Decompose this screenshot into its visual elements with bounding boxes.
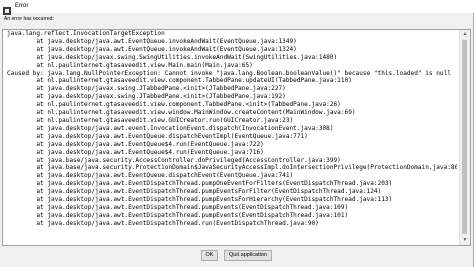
stack-trace-text[interactable]: java.lang.reflect.InvocationTargetExcept… [7,30,457,228]
stack-trace-line: at java.base/java.security.AccessControl… [7,156,341,164]
stack-trace-line: at java.desktop/java.awt.EventQueue.disp… [7,132,308,140]
ok-button[interactable]: OK [201,250,218,261]
stack-trace-line: at java.desktop/java.awt.EventDispatchTh… [7,188,382,196]
stack-trace-line: at java.desktop/java.awt.EventQueue$4.ru… [7,148,264,156]
stack-trace-line: at java.desktop/java.awt.EventDispatchTh… [7,211,349,219]
error-message: An error has occurred: [4,16,54,22]
stack-trace-line: at nl.paulinternet.gtasaveedit.view.GUIC… [7,116,294,124]
stack-trace-line: at java.desktop/javax.swing.SwingUtiliti… [7,53,338,61]
title-bar: Error [0,0,474,15]
stack-trace-line: Caused by: java.lang.NullPointerExceptio… [7,69,451,77]
stack-trace-line: at nl.paulinternet.gtasaveedit.view.comp… [7,77,352,85]
vertical-scrollbar[interactable]: ▲ ▼ [459,30,470,245]
stack-trace-line: at java.desktop/java.awt.event.Invocatio… [7,124,334,132]
stack-trace-line: at java.desktop/java.awt.EventDispatchTh… [7,203,349,211]
stack-trace-area[interactable]: java.lang.reflect.InvocationTargetExcept… [2,29,471,246]
error-dialog: Error An error has occurred: java.lang.r… [0,0,474,267]
quit-application-button[interactable]: Quit application [224,250,272,261]
window-title: Error [15,3,29,9]
stack-trace-line: java.lang.reflect.InvocationTargetExcept… [7,30,165,37]
scroll-down-arrow-icon[interactable]: ▼ [460,236,470,245]
stack-trace-line: at nl.paulinternet.gtasaveedit.view.comp… [7,101,341,109]
scroll-thumb[interactable] [462,40,467,234]
stack-trace-line: at java.desktop/java.awt.EventDispatchTh… [7,180,393,188]
stack-trace-line: at java.desktop/java.awt.EventQueue$4.ru… [7,140,264,148]
java-icon [3,2,11,15]
stack-trace-line: at java.desktop/java.awt.EventQueue.invo… [7,45,297,53]
stack-trace-line: at java.desktop/java.awt.EventDispatchTh… [7,219,319,227]
stack-trace-line: at java.desktop/javax.swing.JTabbedPane.… [7,93,286,101]
stack-trace-line: at java.desktop/javax.swing.JTabbedPane.… [7,85,286,93]
stack-trace-line: at java.desktop/java.awt.EventDispatchTh… [7,196,393,204]
stack-trace-line: at nl.paulinternet.gtasaveedit.view.Main… [7,61,253,69]
scroll-up-arrow-icon[interactable]: ▲ [460,30,470,39]
stack-trace-line: at nl.paulinternet.gtasaveedit.view.wind… [7,109,356,117]
stack-trace-line: at java.desktop/java.awt.EventQueue.disp… [7,172,294,180]
stack-trace-line: at java.desktop/java.awt.EventQueue.invo… [7,37,297,45]
stack-trace-line: at java.base/java.security.ProtectionDom… [7,164,457,172]
